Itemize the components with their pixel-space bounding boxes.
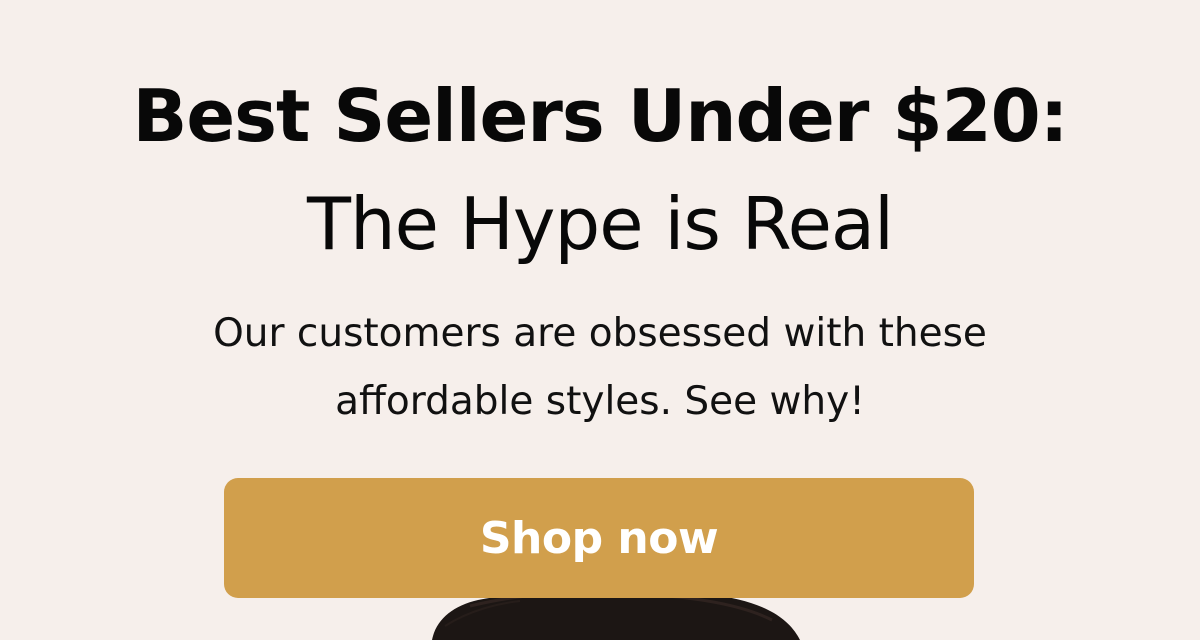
headline-line-1: Best Sellers Under $20: [132,74,1068,158]
subhead-line-2: affordable styles. See why! [335,379,865,424]
promo-banner: Best Sellers Under $20: The Hype is Real… [0,0,1200,640]
headline-line-2: The Hype is Real [306,182,894,266]
subhead-line-1: Our customers are obsessed with these [213,311,987,356]
shop-now-button[interactable]: Shop now [224,478,974,598]
